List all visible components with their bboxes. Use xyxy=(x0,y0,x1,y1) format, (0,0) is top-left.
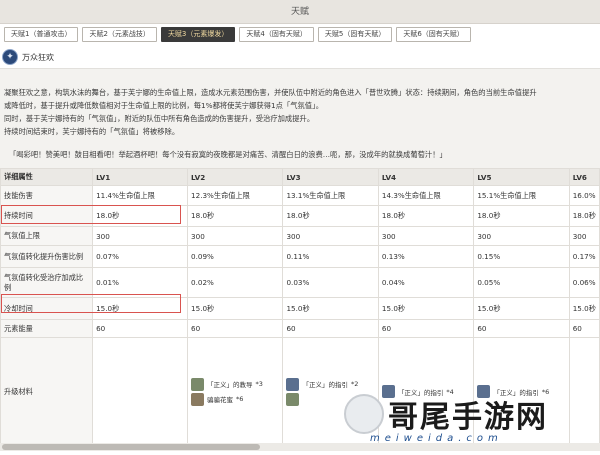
table-cell: 11.4%生命值上限 xyxy=(92,185,189,206)
table-cell: 300 xyxy=(568,226,600,246)
table-cell: 0.07% xyxy=(92,245,189,268)
table-cell: 15.0秒 xyxy=(282,297,379,320)
table-cell: 「正义」的教导 *3 骗骗花蜜 *6 xyxy=(187,337,284,446)
book-icon xyxy=(286,377,300,391)
skill-quote: 「喝彩吧！赞美吧！鼓目相看吧！举起酒杯吧！每个没有寂寞的夜晚都是对痛苦、清醒白日… xyxy=(9,150,447,159)
skill-description: 凝聚狂欢之意，构筑水沫的舞台，基于芙宁娜的生命值上限，造成水元素范围伤害，并使队… xyxy=(4,86,598,138)
table-cell xyxy=(92,337,189,446)
material-count: *2 xyxy=(350,380,359,388)
talent-tabs: 天赋1（普通攻击） 天赋2（元素战技） 天赋3（元素爆发） 天赋4（固有天赋） … xyxy=(4,27,471,43)
table-cell: 60 xyxy=(187,319,284,338)
description-line: 持续时间结束时，芙宁娜持有的「气氛值」将被移除。 xyxy=(4,127,180,136)
tab-talent-1[interactable]: 天赋1（普通攻击） xyxy=(4,27,79,42)
material-name: 「正义」的指引 xyxy=(302,381,348,389)
tab-talent-5[interactable]: 天赋5（固有天赋） xyxy=(317,27,393,42)
table-cell: 16.0% xyxy=(568,185,600,206)
tab-talent-4[interactable]: 天赋4（固有天赋） xyxy=(239,27,314,42)
table-cell: 0.01% xyxy=(92,267,189,298)
row-label: 气氛值转化提升伤害比例 xyxy=(0,245,94,268)
scrollbar-thumb[interactable] xyxy=(2,444,260,450)
table-header-row: 详细属性 LV1 LV2 LV3 LV4 LV5 LV6 xyxy=(0,168,600,186)
nectar-icon xyxy=(191,392,205,406)
table-cell: 60 xyxy=(92,319,189,338)
material-name: 「正义」的教导 xyxy=(207,381,253,389)
table-cell: 300 xyxy=(282,226,379,246)
table-cell: 18.0秒 xyxy=(377,205,475,227)
material-count: *3 xyxy=(255,380,263,388)
table-cell: 18.0秒 xyxy=(282,205,379,227)
description-line: 或降低时，基于提升或降低数值相对于生命值上限的比例，每1%都将使芙宁娜获得1点「… xyxy=(4,101,324,110)
table-cell: 15.0秒 xyxy=(377,297,475,320)
highlight-cooldown-row xyxy=(1,294,181,313)
table-cell: 60 xyxy=(377,319,475,338)
highlight-duration-row xyxy=(1,205,181,224)
description-line: 凝聚狂欢之意，构筑水沫的舞台，基于芙宁娜的生命值上限，造成水元素范围伤害，并使队… xyxy=(4,88,537,97)
table-cell: 14.3%生命值上限 xyxy=(377,185,475,206)
table-cell: 0.09% xyxy=(187,245,284,268)
table-row: 技能伤害 11.4%生命值上限 12.3%生命值上限 13.1%生命值上限 14… xyxy=(0,185,600,206)
table-row: 气氛值转化提升伤害比例 0.07% 0.09% 0.11% 0.13% 0.15… xyxy=(0,245,600,268)
row-label: 气氛值转化受治疗加成比例 xyxy=(0,267,94,298)
tab-talent-3[interactable]: 天赋3（元素爆发） xyxy=(160,27,236,42)
table-cell: 13.1%生命值上限 xyxy=(282,185,379,206)
material-item[interactable]: 「正义」的指引 *2 xyxy=(286,377,374,391)
table-cell: 0.05% xyxy=(473,267,570,298)
watermark: 哥尾手游网 meiweida.com xyxy=(344,392,598,448)
table-cell: 15.1%生命值上限 xyxy=(473,185,570,206)
column-header: LV4 xyxy=(377,168,475,186)
table-cell: 300 xyxy=(473,226,570,246)
table-cell: 0.06% xyxy=(568,267,600,298)
column-header: 详细属性 xyxy=(0,168,94,186)
table-cell: 18.0秒 xyxy=(473,205,570,227)
material-item[interactable]: 骗骗花蜜 *6 xyxy=(191,392,279,406)
table-row: 气氛值上限 300 300 300 300 300 300 xyxy=(0,226,600,246)
table-cell: 15.0秒 xyxy=(568,297,600,320)
watermark-logo-icon xyxy=(344,394,384,434)
table-row: 气氛值转化受治疗加成比例 0.01% 0.02% 0.03% 0.04% 0.0… xyxy=(0,267,600,298)
table-cell: 15.0秒 xyxy=(473,297,570,320)
row-label: 气氛值上限 xyxy=(0,226,94,246)
table-cell: 0.11% xyxy=(282,245,379,268)
table-cell: 0.04% xyxy=(377,267,475,298)
table-cell: 300 xyxy=(377,226,475,246)
description-line: 同时，基于芙宁娜持有的「气氛值」，附近的队伍中所有角色造成的伤害提升，受治疗加成… xyxy=(4,114,315,123)
table-cell: 0.17% xyxy=(568,245,600,268)
table-cell: 0.02% xyxy=(187,267,284,298)
table-cell: 60 xyxy=(568,319,600,338)
table-cell: 300 xyxy=(187,226,284,246)
column-header: LV2 xyxy=(187,168,284,186)
material-item[interactable]: 「正义」的教导 *3 xyxy=(191,377,279,391)
table-cell: 18.0秒 xyxy=(187,205,284,227)
tab-talent-6[interactable]: 天赋6（固有天赋） xyxy=(396,27,471,42)
column-header: LV1 xyxy=(92,168,189,186)
table-cell: 18.0秒 xyxy=(568,205,600,227)
watermark-text: 哥尾手游网 xyxy=(388,400,548,435)
window-title: 天赋 xyxy=(0,0,600,24)
material-count: *6 xyxy=(236,395,244,403)
table-cell: 300 xyxy=(92,226,189,246)
table-cell: 60 xyxy=(282,319,379,338)
table-cell: 12.3%生命值上限 xyxy=(187,185,284,206)
row-label: 技能伤害 xyxy=(0,185,94,206)
row-label: 元素能量 xyxy=(0,319,94,338)
column-header: LV6 xyxy=(568,168,600,186)
table-cell: 60 xyxy=(473,319,570,338)
table-cell: 0.15% xyxy=(473,245,570,268)
book-icon xyxy=(191,377,205,391)
skill-name: 万众狂欢 xyxy=(22,52,54,62)
row-label: 升级材料 xyxy=(0,337,94,446)
skill-header: ✦ 万众狂欢 xyxy=(2,49,54,65)
burst-icon: ✦ xyxy=(2,49,18,65)
table-row: 元素能量 60 60 60 60 60 60 xyxy=(0,319,600,338)
table-cell: 15.0秒 xyxy=(187,297,284,320)
table-cell: 0.03% xyxy=(282,267,379,298)
material-name: 骗骗花蜜 xyxy=(207,396,234,404)
tab-talent-2[interactable]: 天赋2（元素战技） xyxy=(82,27,157,42)
column-header: LV5 xyxy=(473,168,570,186)
table-cell: 0.13% xyxy=(377,245,475,268)
watermark-url: meiweida.com xyxy=(370,433,503,444)
column-header: LV3 xyxy=(282,168,379,186)
nectar-icon xyxy=(286,392,300,406)
